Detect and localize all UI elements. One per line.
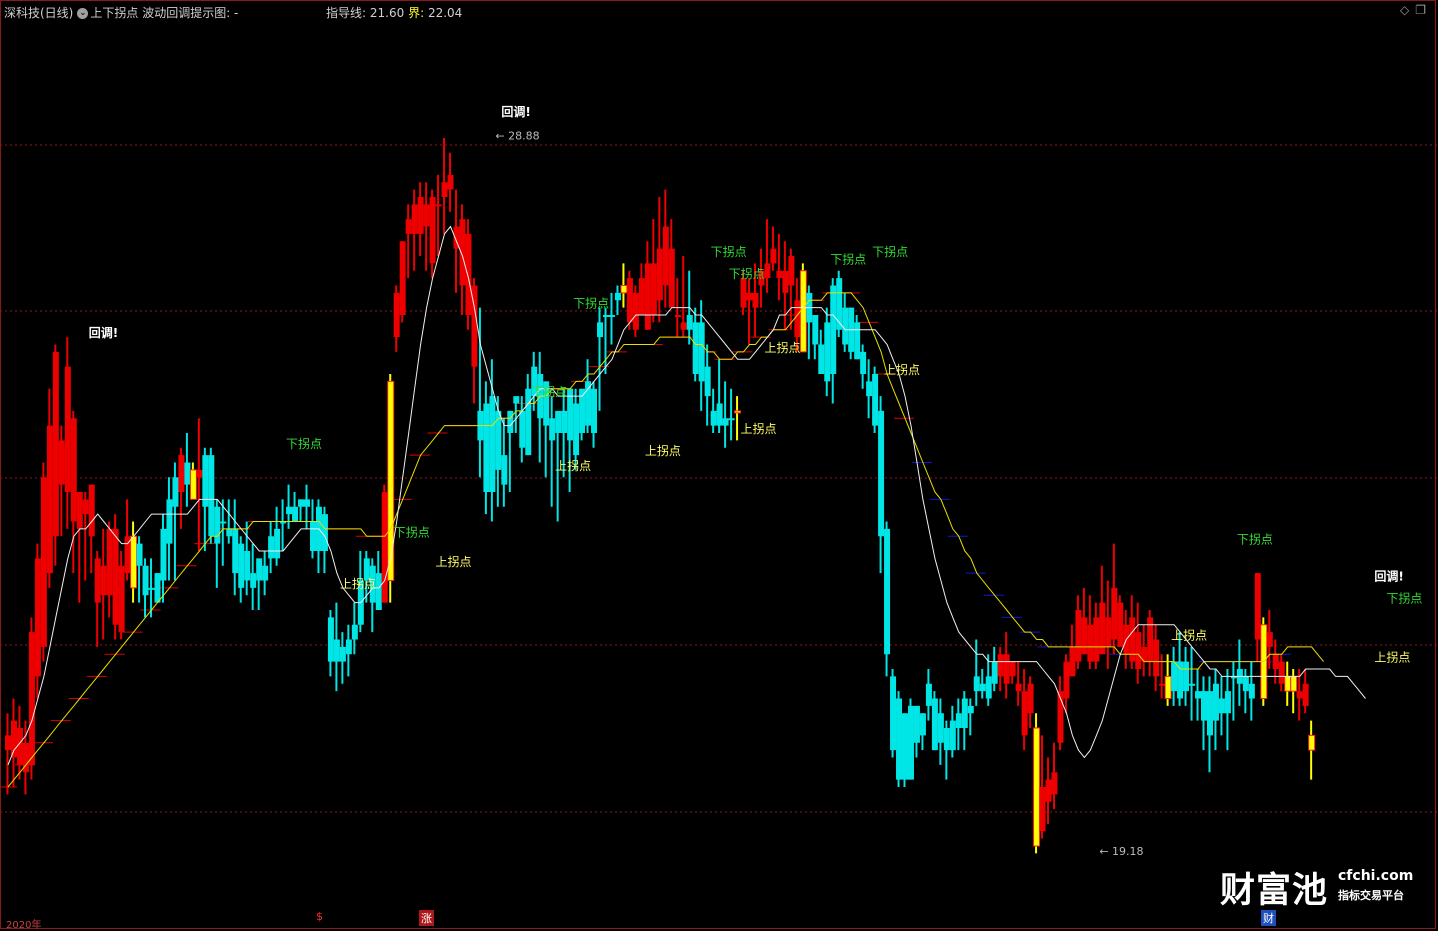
- indicator-values: 指导线: 21.60 界: 22.04: [326, 4, 462, 21]
- dollar-flag[interactable]: $: [314, 910, 325, 923]
- watermark-brand: 财富池: [1220, 871, 1329, 911]
- watermark-subtitle: 指标交易平台: [1338, 889, 1404, 902]
- bound-value: 22.04: [427, 6, 463, 20]
- formula-title: 上下拐点 波动回调提示图: -: [90, 6, 239, 20]
- window-icons: ◇❐: [1400, 3, 1432, 17]
- year-label: 2020年: [6, 920, 42, 931]
- chart-header: 深科技(日线) ⌄ 上下拐点 波动回调提示图: -: [4, 4, 238, 21]
- dropdown-icon[interactable]: ⌄: [77, 7, 89, 19]
- bound-label: 界:: [408, 6, 425, 20]
- guide-value: 21.60: [369, 6, 405, 20]
- watermark-url: cfchi.com: [1338, 868, 1414, 884]
- chart-frame: [0, 0, 1436, 929]
- guide-label: 指导线:: [326, 6, 367, 20]
- restore-icon[interactable]: ❐: [1415, 3, 1432, 17]
- stock-title[interactable]: 深科技(日线): [4, 6, 73, 20]
- limit-up-flag[interactable]: 涨: [419, 910, 434, 926]
- diamond-icon[interactable]: ◇: [1400, 3, 1415, 17]
